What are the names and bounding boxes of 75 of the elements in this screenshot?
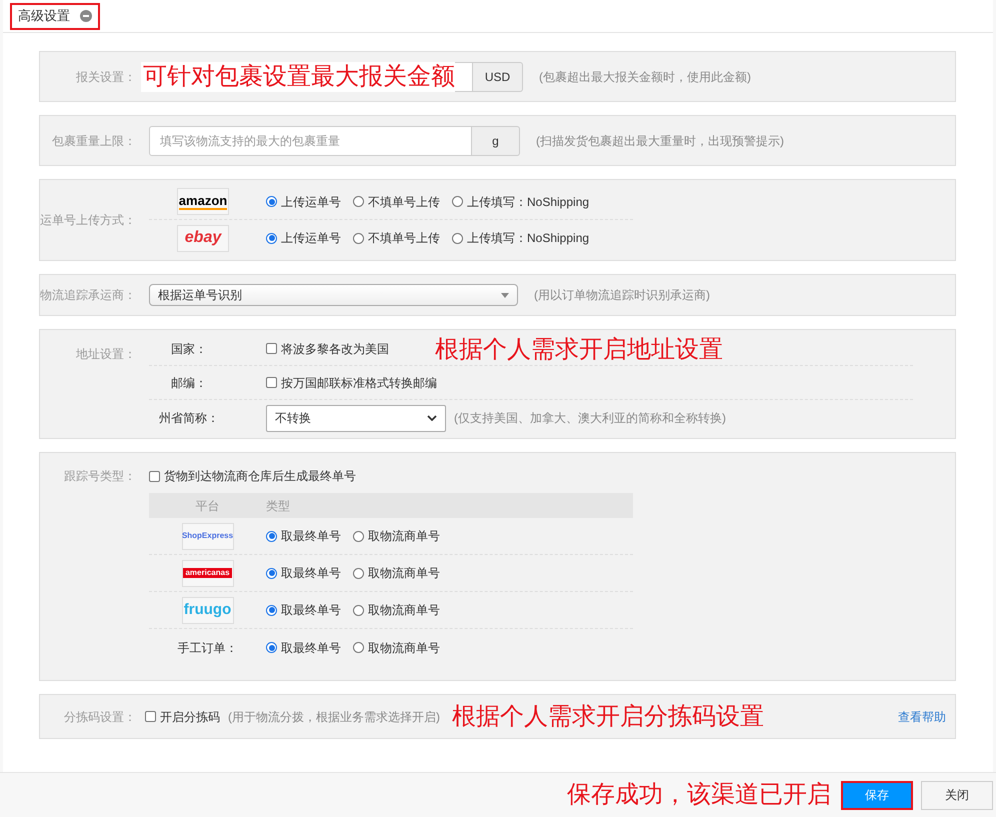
radio-option[interactable]: 取最终单号 [266,564,341,582]
radio-option[interactable]: 上传运单号 [266,192,341,210]
checkbox-label: 将波多黎各改为美国 [281,340,389,358]
radio-option[interactable]: 取物流商单号 [353,601,440,619]
unit-addon: g [472,126,520,156]
radio-option[interactable]: 取物流商单号 [353,638,440,656]
radio-icon[interactable] [353,232,364,244]
checkbox-icon[interactable] [149,470,160,482]
radio-option[interactable]: 取物流商单号 [353,527,440,545]
radio-icon[interactable] [353,196,364,207]
platform-logo: americanas [182,560,234,586]
field-label: 运单号上传方式： [40,212,136,229]
column-header: 类型 [266,498,290,514]
dropdown-icon [501,292,509,298]
field-label: 跟踪号类型： [63,468,136,485]
abbreviation-select[interactable]: 不转换 [266,404,446,432]
checkbox-icon[interactable] [145,711,156,722]
checkbox-label: 开启分拣码 [160,708,220,726]
annotation-text: 保存成功，该渠道已开启 [567,783,831,807]
radio-option[interactable]: 取物流商单号 [353,564,440,582]
radio-option[interactable]: 取最终单号 [266,638,341,656]
checkbox-label: 货物到达物流商仓库后生成最终单号 [164,468,356,485]
column-header: 平台 [194,498,220,514]
platform-label: 手工订单： [178,640,238,656]
close-button[interactable]: 关闭 [921,780,993,810]
radio-option[interactable]: 上传填写：NoShipping [452,229,590,247]
amount-input[interactable] [455,62,473,92]
radio-icon[interactable] [266,642,277,653]
radio-icon[interactable] [266,530,277,542]
carrier-select[interactable]: 根据运单号识别 [149,284,518,306]
radio-icon[interactable] [353,604,364,616]
hint-text: (包裹超出最大报关金额时，使用此金额) [539,68,751,86]
checkbox-icon[interactable] [266,343,277,354]
hint-text: (扫描发货包裹超出最大重量时，出现预警提示) [536,132,784,150]
platform-logo: amazon [177,188,229,215]
field-label: 报关设置： [75,68,136,86]
radio-icon[interactable] [452,232,463,244]
collapse-icon[interactable] [80,10,92,22]
field-label: 地址设置： [75,346,136,363]
checkbox-label: 按万国邮联标准格式转换邮编 [281,374,437,392]
platform-logo: fruugo [182,596,234,624]
radio-option[interactable]: 上传运单号 [266,229,341,247]
hint-text: (仅支持美国、加拿大、澳大利亚的简称和全称转换) [454,410,726,427]
radio-icon[interactable] [353,530,364,542]
radio-icon[interactable] [452,196,463,207]
field-label: 国家： [170,340,208,358]
platform-logo: ebay [177,224,229,252]
hint-text: (用于物流分拨，根据业务需求选择开启) [228,708,440,726]
hint-text: (用以订单物流追踪时识别承运商) [534,287,710,304]
checkbox-icon[interactable] [266,377,277,388]
weight-input[interactable]: 填写该物流支持的最大的包裹重量 [149,126,472,156]
radio-icon[interactable] [266,568,277,578]
annotation-text: 根据个人需求开启分拣码设置 [452,704,764,728]
radio-option[interactable]: 不填单号上传 [353,192,440,210]
field-label: 物流追踪承运商： [40,287,136,304]
field-label: 包裹重量上限： [51,132,136,150]
radio-option[interactable]: 上传填写：NoShipping [452,192,590,210]
radio-icon[interactable] [353,568,364,578]
annotation-text: 可针对包裹设置最大报关金额 [141,62,455,92]
radio-icon[interactable] [266,232,277,244]
radio-icon[interactable] [353,642,364,653]
field-label: 分拣码设置： [63,708,136,726]
radio-option[interactable]: 取最终单号 [266,527,341,545]
radio-icon[interactable] [266,604,277,616]
annotation-text: 根据个人需求开启地址设置 [435,338,723,362]
field-label: 邮编： [170,374,208,392]
field-label: 州省简称： [158,410,220,427]
radio-icon[interactable] [266,196,277,207]
radio-option[interactable]: 取最终单号 [266,601,341,619]
section-title[interactable]: 高级设置 [10,2,100,30]
radio-option[interactable]: 不填单号上传 [353,229,440,247]
help-link[interactable]: 查看帮助 [898,708,946,726]
platform-logo: ShopExpress [182,522,234,550]
unit-addon: USD [473,62,523,92]
chevron-down-icon [427,415,437,421]
